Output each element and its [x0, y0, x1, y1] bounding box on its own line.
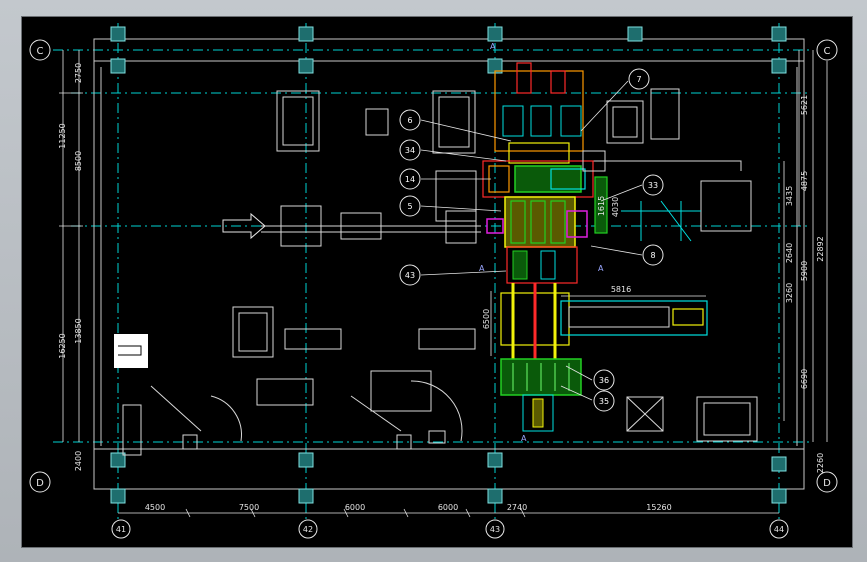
dim-bottom-1: 4500 — [145, 503, 165, 512]
grid-lines — [53, 23, 811, 519]
dim-1615: 1615 — [597, 196, 606, 216]
column-label-41: 41 — [116, 525, 126, 534]
grid-bubble-C-right: C — [816, 39, 838, 61]
dim-left-16250: 16250 — [58, 333, 67, 358]
dim-left-13850: 13850 — [74, 318, 83, 343]
dimension-lines — [59, 50, 828, 514]
dim-4030: 4030 — [611, 197, 620, 217]
grid-label-d-left: D — [36, 478, 44, 489]
dim-right-5621: 5621 — [800, 95, 809, 115]
bottom-dimensions: 4500 7500 6000 6000 2740 15260 — [145, 503, 672, 512]
grid-bubble-C-left: C — [29, 39, 51, 61]
dim-bottom-3: 6000 — [345, 503, 365, 512]
section-mark-bottom: A — [521, 434, 527, 443]
dim-right-3260: 3260 — [785, 283, 794, 303]
callout-5-label: 5 — [407, 202, 412, 211]
callout-14-label: 14 — [405, 175, 415, 184]
dim-right-22892: 22892 — [816, 236, 825, 261]
column-label-44: 44 — [774, 525, 784, 534]
dim-left-8500: 8500 — [74, 151, 83, 171]
grid-label-d-right: D — [823, 478, 831, 489]
callout-14[interactable]: 14 — [399, 168, 421, 190]
callout-8[interactable]: 8 — [642, 244, 664, 266]
dim-5816: 5816 — [611, 285, 631, 294]
structural-columns — [110, 26, 787, 504]
grid-bubble-D-left: D — [29, 471, 51, 493]
column-label-43: 43 — [490, 525, 500, 534]
right-dimensions: 5621 4875 3435 2640 22892 3260 5900 6690… — [785, 95, 825, 473]
right-equipment — [591, 88, 758, 442]
callout-8-label: 8 — [650, 251, 655, 260]
dim-right-2260: 2260 — [816, 453, 825, 473]
dim-6500: 6500 — [482, 309, 491, 329]
grid-label-c-left: C — [37, 46, 44, 57]
legend-swatch — [114, 334, 148, 368]
grid-bubble-D-right: D — [816, 471, 838, 493]
dim-right-3435: 3435 — [785, 186, 794, 206]
cyan-robot-right — [621, 200, 701, 242]
layout-drawing: C C D D 41 42 43 44 4500 7500 6000 6000 … — [29, 23, 838, 539]
dim-bottom-2: 7500 — [239, 503, 259, 512]
dim-bottom-6: 15260 — [646, 503, 671, 512]
column-bubbles: 41 42 43 44 — [111, 519, 789, 539]
callout-35[interactable]: 35 — [593, 390, 615, 412]
callout-43[interactable]: 43 — [399, 264, 421, 286]
left-equipment — [122, 90, 481, 456]
callout-33-label: 33 — [648, 181, 658, 190]
callout-34-label: 34 — [405, 146, 415, 155]
column-label-42: 42 — [303, 525, 313, 534]
dim-right-5900: 5900 — [800, 261, 809, 281]
dim-left-11250: 11250 — [58, 123, 67, 148]
callout-34[interactable]: 34 — [399, 139, 421, 161]
dim-left-2400: 2400 — [74, 451, 83, 471]
callout-7[interactable]: 7 — [628, 68, 650, 90]
section-mark-left: A — [479, 264, 485, 273]
dim-left-2750: 2750 — [74, 63, 83, 83]
callout-33[interactable]: 33 — [642, 174, 664, 196]
callout-5[interactable]: 5 — [399, 195, 421, 217]
callout-6[interactable]: 6 — [399, 109, 421, 131]
dim-right-4875: 4875 — [800, 171, 809, 191]
callout-6-label: 6 — [407, 116, 412, 125]
callout-43-label: 43 — [405, 271, 415, 280]
callout-36-label: 36 — [599, 376, 609, 385]
section-mark-top: A — [490, 42, 496, 51]
dim-bottom-5: 2740 — [507, 503, 527, 512]
dim-right-6690: 6690 — [800, 369, 809, 389]
dim-right-2640: 2640 — [785, 243, 794, 263]
callout-7-label: 7 — [636, 75, 641, 84]
cad-viewport[interactable]: C C D D 41 42 43 44 4500 7500 6000 6000 … — [21, 16, 853, 548]
application-frame: C C D D 41 42 43 44 4500 7500 6000 6000 … — [0, 0, 867, 562]
grid-label-c-right: C — [824, 46, 831, 57]
callout-35-label: 35 — [599, 397, 609, 406]
section-mark-right: A — [598, 264, 604, 273]
callout-36[interactable]: 36 — [593, 369, 615, 391]
dim-bottom-4: 6000 — [438, 503, 458, 512]
